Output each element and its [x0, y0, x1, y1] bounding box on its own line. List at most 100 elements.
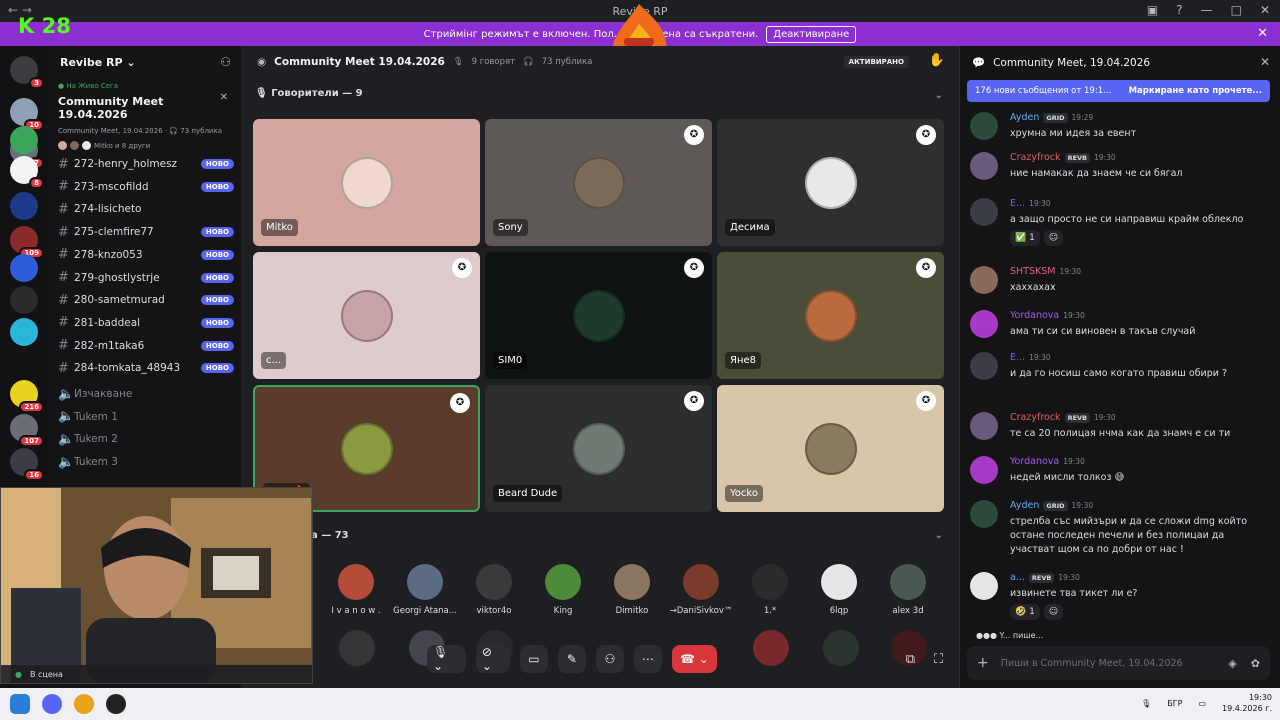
message-author[interactable]: Crazyfrock — [1010, 412, 1061, 423]
audience-header[interactable]: а — 73 — [311, 530, 349, 541]
server-icon[interactable]: 3 — [10, 56, 44, 89]
channel-item[interactable]: #279-ghostlystrje НОВО — [58, 268, 234, 288]
speaker-tile[interactable]: Yocko ✪ — [717, 385, 944, 512]
close-window-button[interactable]: ✕ — [1260, 3, 1270, 17]
add-attachment-icon[interactable]: + — [977, 655, 989, 671]
maximize-button[interactable]: □ — [1231, 3, 1242, 17]
audience-member[interactable]: viktor4o — [459, 564, 529, 616]
audience-member[interactable]: alex 3d — [873, 564, 943, 616]
chat-input-placeholder[interactable]: Пиши в Community Meet, 19.04.2026 — [1001, 658, 1183, 669]
close-chat-icon[interactable]: ✕ — [1260, 55, 1270, 69]
server-icon[interactable] — [10, 126, 38, 154]
speaker-tile[interactable]: Beard Dude ✪ — [485, 385, 712, 512]
audience-avatar[interactable] — [823, 630, 859, 666]
audience-member[interactable]: I v a n o w . — [321, 564, 391, 616]
chevron-down-icon[interactable]: ⌄ — [935, 530, 943, 541]
speaker-tile[interactable]: Десима ✪ — [717, 119, 944, 246]
raise-hand-icon[interactable]: ✋ — [929, 53, 945, 68]
message-author[interactable]: Yordanova — [1010, 310, 1059, 321]
server-icon[interactable] — [10, 192, 38, 220]
message-author[interactable]: Ayden — [1010, 500, 1039, 511]
channel-item[interactable]: #284-tomkata_48943 НОВО — [58, 358, 234, 378]
channel-item[interactable]: #272-henry_holmesz НОВО — [58, 154, 234, 174]
channel-item[interactable]: #280-sametmurad НОВО — [58, 290, 234, 310]
message-avatar[interactable] — [970, 152, 998, 180]
speaker-tile[interactable]: c... ✪ — [253, 252, 480, 379]
audience-member[interactable]: King — [528, 564, 598, 616]
close-live-icon[interactable]: ✕ — [220, 92, 228, 103]
channel-item[interactable]: #281-baddeal НОВО — [58, 313, 234, 333]
message-author[interactable]: Ayden — [1010, 112, 1039, 123]
channel-item[interactable]: #275-clemfire77 НОВО — [58, 222, 234, 242]
audience-member[interactable]: 6lqp — [804, 564, 874, 616]
message-avatar[interactable] — [970, 266, 998, 294]
audience-avatar[interactable] — [753, 630, 789, 666]
channel-item[interactable]: #274-lisicheto — [58, 199, 234, 219]
add-member-icon[interactable]: ⚇ — [220, 55, 231, 69]
message-avatar[interactable] — [970, 500, 998, 528]
server-icon[interactable] — [10, 254, 38, 282]
invite-button[interactable]: ⚇ — [595, 645, 624, 673]
voice-channel-item[interactable]: 🔈 Tukem 2 — [58, 429, 234, 449]
channel-item[interactable]: #273-mscofildd НОВО — [58, 177, 234, 197]
message-author[interactable]: Yordanova — [1010, 456, 1059, 467]
windows-start-icon[interactable] — [10, 694, 30, 714]
reaction[interactable]: ✅ 1 — [1010, 230, 1040, 246]
message-avatar[interactable] — [970, 572, 998, 600]
reaction[interactable]: ☺ — [1043, 230, 1064, 246]
more-icon[interactable]: ⋯ — [633, 645, 662, 673]
mic-tray-icon[interactable]: 🎙 — [1141, 699, 1151, 708]
message-avatar[interactable] — [970, 352, 998, 380]
audience-member[interactable]: Dimitko — [597, 564, 667, 616]
gift-icon[interactable]: ◈ — [1228, 657, 1236, 670]
message-author[interactable]: SHTSKSM — [1010, 266, 1055, 277]
channel-item[interactable]: #278-knzo053 НОВО — [58, 245, 234, 265]
mute-button[interactable]: 🎙 ⌄ — [427, 645, 466, 673]
message-avatar[interactable] — [970, 456, 998, 484]
chrome-taskbar-icon[interactable] — [74, 694, 94, 714]
reaction[interactable]: ☺ — [1043, 604, 1064, 620]
reaction[interactable]: 🤣 1 — [1010, 604, 1040, 620]
speaker-tile[interactable]: SIM0 ✪ — [485, 252, 712, 379]
audience-member[interactable]: Georgi Atana... — [390, 564, 460, 616]
server-icon[interactable]: 216 — [10, 380, 44, 413]
channel-item[interactable]: #282-m1taka6 НОВО — [58, 336, 234, 356]
activity-button[interactable]: ✎ — [557, 645, 586, 673]
message-author[interactable]: E... — [1010, 198, 1025, 209]
server-icon[interactable]: 10 — [10, 98, 44, 131]
message-avatar[interactable] — [970, 198, 998, 226]
speaker-tile[interactable]: Sony ✪ — [485, 119, 712, 246]
server-icon[interactable]: 107 — [10, 414, 44, 447]
language-indicator[interactable]: БГР — [1167, 699, 1182, 708]
leave-stage-button[interactable]: ☎ ⌄ — [671, 645, 718, 673]
speaker-tile[interactable]: Яне8 ✪ — [717, 252, 944, 379]
message-avatar[interactable] — [970, 112, 998, 140]
deactivate-button[interactable]: Деактивиране — [766, 25, 857, 43]
message-author[interactable]: a... — [1010, 572, 1025, 583]
minimize-button[interactable]: — — [1201, 3, 1213, 17]
server-icon[interactable] — [10, 318, 38, 346]
chat-input-box[interactable]: + Пиши в Community Meet, 19.04.2026 ◈ ✿ — [967, 646, 1270, 680]
emoji-icon[interactable]: ✿ — [1251, 657, 1260, 670]
network-icon[interactable]: ▭ — [1198, 699, 1206, 708]
speakers-header[interactable]: 🎙 Говорители — 9 — [255, 88, 363, 99]
inbox-icon[interactable]: ▣ — [1147, 3, 1158, 17]
fullscreen-icon[interactable]: ⛶ — [934, 652, 943, 667]
server-icon[interactable] — [10, 286, 38, 314]
audience-member[interactable]: →DaniSivkov™ — [666, 564, 736, 616]
clock[interactable]: 19:30 19.4.2026 г. — [1222, 692, 1272, 714]
server-icon[interactable]: 8 — [10, 156, 44, 189]
audience-member[interactable]: 1.* — [735, 564, 805, 616]
message-avatar[interactable] — [970, 310, 998, 338]
voice-channel-item[interactable]: 🔈 Изчакване — [58, 384, 234, 404]
message-author[interactable]: Crazyfrock — [1010, 152, 1061, 163]
new-messages-bar[interactable]: 176 нови съобщения от 19:1... Маркиране … — [967, 80, 1270, 102]
help-icon[interactable]: ? — [1176, 3, 1182, 17]
share-screen-button[interactable]: ▭ — [519, 645, 548, 673]
server-name[interactable]: Revibe RP ⌄ — [60, 56, 136, 69]
voice-channel-item[interactable]: 🔈 Tukem 3 — [58, 452, 234, 472]
banner-close-icon[interactable]: ✕ — [1257, 26, 1268, 41]
chevron-down-icon[interactable]: ⌄ — [935, 90, 943, 101]
app-taskbar-icon[interactable] — [106, 694, 126, 714]
mark-read-button[interactable]: Маркиране като прочете... — [1129, 86, 1262, 96]
